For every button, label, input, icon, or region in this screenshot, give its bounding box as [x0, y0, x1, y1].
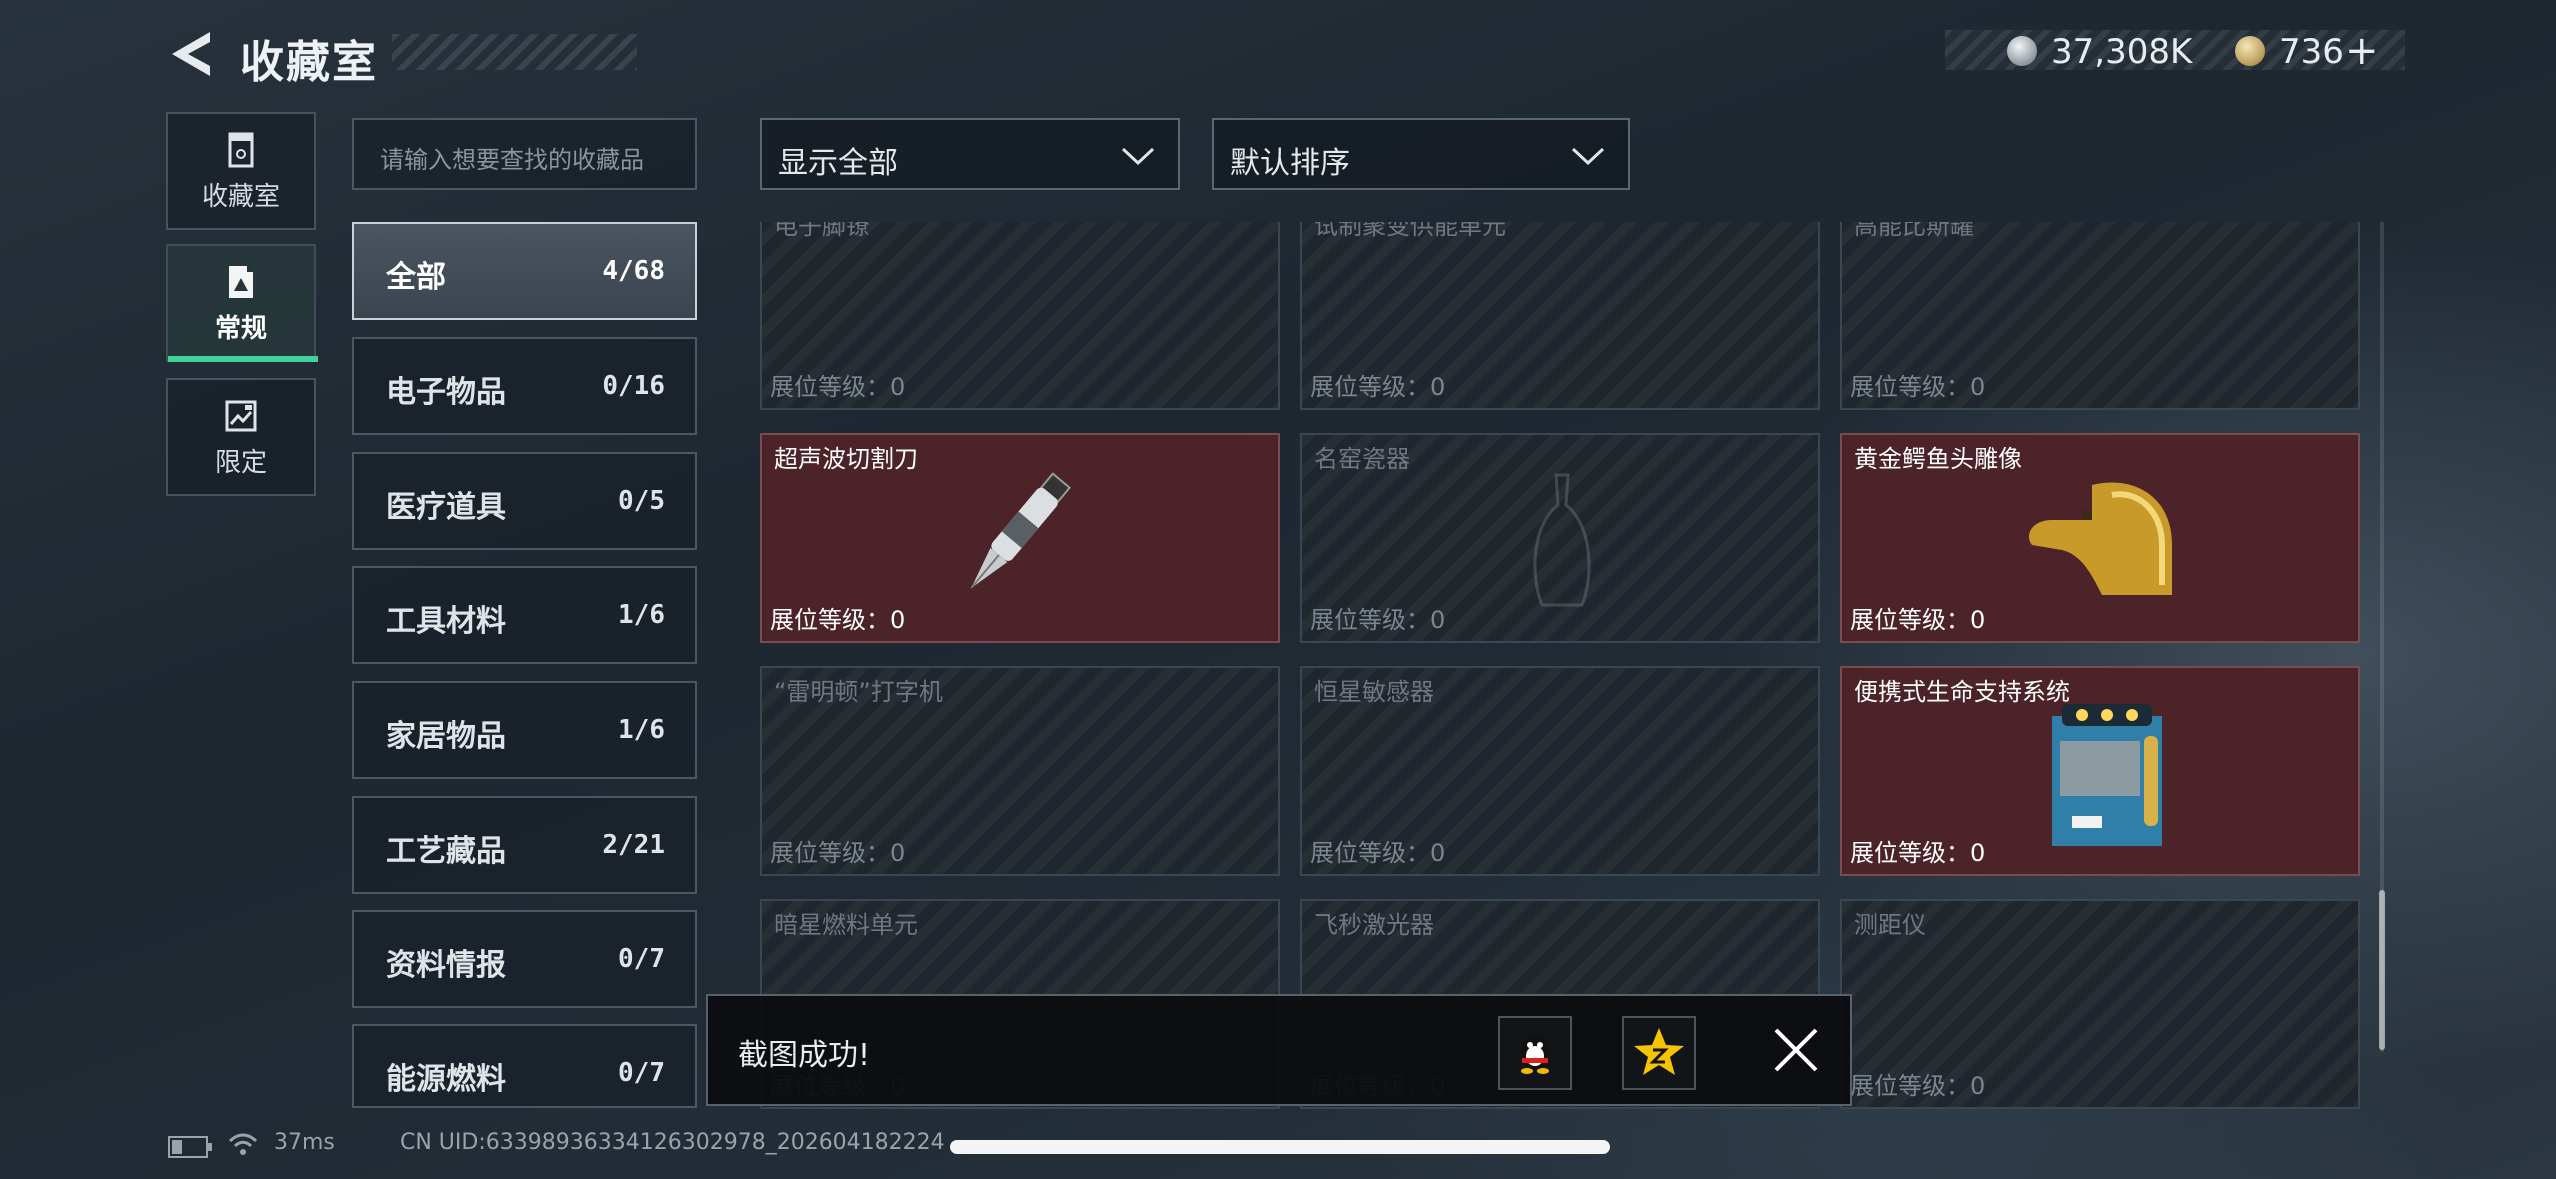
active-tab-indicator [168, 356, 318, 362]
tab-regular[interactable]: 常规 [166, 244, 318, 362]
category-household[interactable]: 家居物品 1/6 [352, 681, 697, 779]
item-level: 展位等级：0 [1850, 1072, 1986, 1100]
category-intel[interactable]: 资料情报 0/7 [352, 910, 697, 1008]
category-all[interactable]: 全部 4/68 [352, 222, 697, 320]
item-level: 展位等级：0 [1310, 373, 1446, 401]
category-electronics[interactable]: 电子物品 0/16 [352, 337, 697, 435]
battery-icon [168, 1136, 212, 1158]
category-name: 全部 [386, 260, 446, 295]
item-level: 展位等级：0 [1310, 839, 1446, 867]
gold-coin-value: 736 [2279, 32, 2344, 72]
gold-coin-icon [2235, 36, 2265, 66]
item-level: 展位等级：0 [1850, 839, 1986, 867]
item-name: 高能比斯罐 [1854, 222, 1974, 240]
tab-collection-room[interactable]: 收藏室 [166, 112, 316, 230]
collection-room-icon [228, 132, 254, 168]
display-filter-value: 显示全部 [778, 146, 898, 181]
ultrasonic-cutter-image [970, 472, 1072, 589]
category-energy[interactable]: 能源燃料 0/7 [352, 1024, 697, 1108]
display-filter-dropdown[interactable]: 显示全部 [760, 118, 1180, 190]
item-level: 展位等级：0 [770, 373, 906, 401]
item-card[interactable]: 电子脚镣 展位等级：0 [760, 222, 1280, 410]
category-count: 0/5 [618, 486, 665, 516]
item-card[interactable]: 试制聚变供能单元 展位等级：0 [1300, 222, 1820, 410]
category-name: 工艺藏品 [386, 834, 506, 869]
category-count: 0/7 [618, 1058, 665, 1088]
chevron-down-icon [1571, 147, 1605, 166]
category-count: 0/7 [618, 944, 665, 974]
category-count: 2/21 [602, 830, 665, 860]
wifi-icon [228, 1133, 258, 1155]
category-name: 家居物品 [386, 719, 506, 754]
sort-dropdown[interactable]: 默认排序 [1212, 118, 1630, 190]
item-name: 恒星敏感器 [1314, 678, 1434, 706]
back-arrow-icon[interactable] [168, 30, 212, 78]
item-name: “雷明顿”打字机 [774, 678, 943, 706]
category-count: 4/68 [602, 256, 665, 286]
item-name: 电子脚镣 [774, 222, 870, 240]
tab-limited[interactable]: 限定 [166, 378, 316, 496]
silver-coin-value: 37,308K [2051, 32, 2193, 72]
uid-text: CN UID:6339893633412630297​8_20260418222… [400, 1130, 945, 1155]
category-name: 医疗道具 [386, 490, 506, 525]
item-level: 展位等级：0 [1850, 606, 1986, 634]
item-name: 暗星燃料单元 [774, 911, 918, 939]
item-name: 超声波切割刀 [774, 445, 918, 473]
item-card[interactable]: 测距仪 展位等级：0 [1840, 899, 2360, 1109]
gold-crocodile-statue-image [2028, 482, 2172, 595]
item-level: 展位等级：0 [1850, 373, 1986, 401]
item-card[interactable]: 便携式生命支持系统 展位等级：0 [1840, 666, 2360, 876]
tab-regular-label: 常规 [214, 314, 267, 344]
toast-message: 截图成功! [738, 1038, 871, 1073]
tab-collection-room-label: 收藏室 [201, 182, 280, 212]
item-name: 飞秒激光器 [1314, 911, 1434, 939]
silver-coin-icon [2007, 36, 2037, 66]
add-currency-button[interactable]: + [2345, 28, 2379, 74]
item-level: 展位等级：0 [770, 606, 906, 634]
screenshot-toast: 截图成功! [706, 994, 1852, 1106]
item-card[interactable]: 黄金鳄鱼头雕像 展位等级：0 [1840, 433, 2360, 643]
currency-bar: 37,308K 736 + [1945, 28, 2405, 74]
porcelain-vase-image [1533, 473, 1591, 607]
item-name: 试制聚变供能单元 [1314, 222, 1506, 240]
title-decoration [392, 34, 637, 70]
item-level: 展位等级：0 [1310, 606, 1446, 634]
regular-card-icon [229, 266, 253, 298]
chevron-down-icon [1121, 147, 1155, 166]
item-name: 名窑瓷器 [1314, 445, 1410, 473]
qzone-star-icon [1634, 1028, 1684, 1075]
category-name: 工具材料 [386, 604, 506, 639]
share-qq-button[interactable] [1498, 1016, 1572, 1090]
close-icon[interactable] [1768, 1022, 1824, 1078]
tab-limited-label: 限定 [214, 448, 267, 478]
category-medical[interactable]: 医疗道具 0/5 [352, 452, 697, 550]
collection-grid: 电子脚镣 展位等级：0 试制聚变供能单元 展位等级：0 高能比斯罐 展位等级：0… [760, 222, 2370, 1110]
item-card[interactable]: 恒星敏感器 展位等级：0 [1300, 666, 1820, 876]
item-name: 黄金鳄鱼头雕像 [1854, 445, 2022, 473]
item-card[interactable]: 高能比斯罐 展位等级：0 [1840, 222, 2360, 410]
qq-penguin-icon [1521, 1035, 1549, 1074]
category-count: 1/6 [618, 600, 665, 630]
ping-value: 37ms [274, 1130, 335, 1155]
category-count: 1/6 [618, 715, 665, 745]
category-tools[interactable]: 工具材料 1/6 [352, 566, 697, 664]
home-indicator[interactable] [950, 1140, 1610, 1154]
category-name: 资料情报 [386, 948, 506, 983]
limited-image-icon [225, 400, 257, 432]
item-card[interactable]: 名窑瓷器 展位等级：0 [1300, 433, 1820, 643]
search-input[interactable]: 请输入想要查找的收藏品 [352, 118, 697, 190]
category-crafts[interactable]: 工艺藏品 2/21 [352, 796, 697, 894]
category-count: 0/16 [602, 371, 665, 401]
grid-scrollbar-thumb[interactable] [2379, 890, 2385, 1050]
category-name: 能源燃料 [386, 1062, 506, 1097]
item-card[interactable]: “雷明顿”打字机 展位等级：0 [760, 666, 1280, 876]
life-support-system-image [2052, 704, 2162, 846]
sort-value: 默认排序 [1230, 146, 1350, 181]
item-card[interactable]: 超声波切割刀 展位等级：0 [760, 433, 1280, 643]
category-name: 电子物品 [386, 375, 506, 410]
page-title: 收藏室 [240, 37, 378, 88]
share-qzone-button[interactable] [1622, 1016, 1696, 1090]
item-name: 测距仪 [1854, 911, 1926, 939]
item-level: 展位等级：0 [770, 839, 906, 867]
